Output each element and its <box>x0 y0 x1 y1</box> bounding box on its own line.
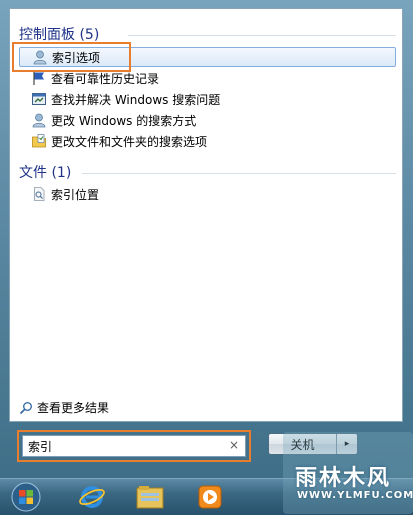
search-file-icon <box>34 187 45 201</box>
file-explorer-icon <box>136 486 164 509</box>
group-title-control-panel: 控制面板 (5) <box>19 27 100 43</box>
troubleshoot-icon <box>32 93 46 105</box>
search-icon <box>19 401 32 414</box>
see-more-label: 查看更多结果 <box>37 401 110 415</box>
result-item-folder-search-options[interactable]: 更改文件和文件夹的搜索选项 <box>19 131 207 151</box>
search-results-panel: 控制面板 (5) 索引选项 查看可靠性历史记录 查找并解决 Windows 搜索… <box>9 8 403 422</box>
result-item-label: 更改文件和文件夹的搜索选项 <box>51 134 208 149</box>
start-menu: 控制面板 (5) 索引选项 查看可靠性历史记录 查找并解决 Windows 搜索… <box>0 0 413 478</box>
result-item-label: 更改 Windows 的搜索方式 <box>51 113 197 128</box>
watermark-text: 雨林木风 <box>295 466 392 491</box>
result-item-reliability-history[interactable]: 查看可靠性历史记录 <box>19 68 159 88</box>
taskbar-file-explorer[interactable] <box>130 481 170 513</box>
flag-icon <box>33 72 44 85</box>
user-options-icon <box>32 113 46 128</box>
taskbar-media-player[interactable] <box>190 481 230 513</box>
result-item-label: 索引位置 <box>51 187 100 202</box>
group-title-files: 文件 (1) <box>19 165 72 181</box>
group-divider <box>128 35 396 36</box>
clear-search-icon[interactable]: × <box>229 438 239 452</box>
start-search-input[interactable] <box>22 435 246 457</box>
result-item-label: 查找并解决 Windows 搜索问题 <box>51 92 221 107</box>
result-item-label: 索引选项 <box>52 50 101 65</box>
watermark-url: WWW.YLMFU.COM <box>297 490 413 501</box>
result-item-index-location[interactable]: 索引位置 <box>19 184 99 204</box>
start-button[interactable] <box>6 481 46 513</box>
search-highlight-annotation: × <box>17 430 251 462</box>
result-item-change-search-mode[interactable]: 更改 Windows 的搜索方式 <box>19 110 196 130</box>
group-divider <box>82 173 396 174</box>
start-orb-icon <box>11 482 41 512</box>
user-options-icon <box>33 50 47 65</box>
result-item-troubleshoot-search[interactable]: 查找并解决 Windows 搜索问题 <box>19 89 220 109</box>
result-item-indexing-options[interactable]: 索引选项 <box>19 47 396 67</box>
watermark-logo: 雨林木风 WWW.YLMFU.COM <box>283 432 413 514</box>
taskbar-internet-explorer[interactable] <box>72 481 112 513</box>
media-player-icon <box>198 485 222 509</box>
result-item-label: 查看可靠性历史记录 <box>51 71 160 86</box>
internet-explorer-icon <box>79 486 105 508</box>
folder-options-icon <box>32 134 46 148</box>
see-more-results-link[interactable]: 查看更多结果 <box>19 399 109 416</box>
